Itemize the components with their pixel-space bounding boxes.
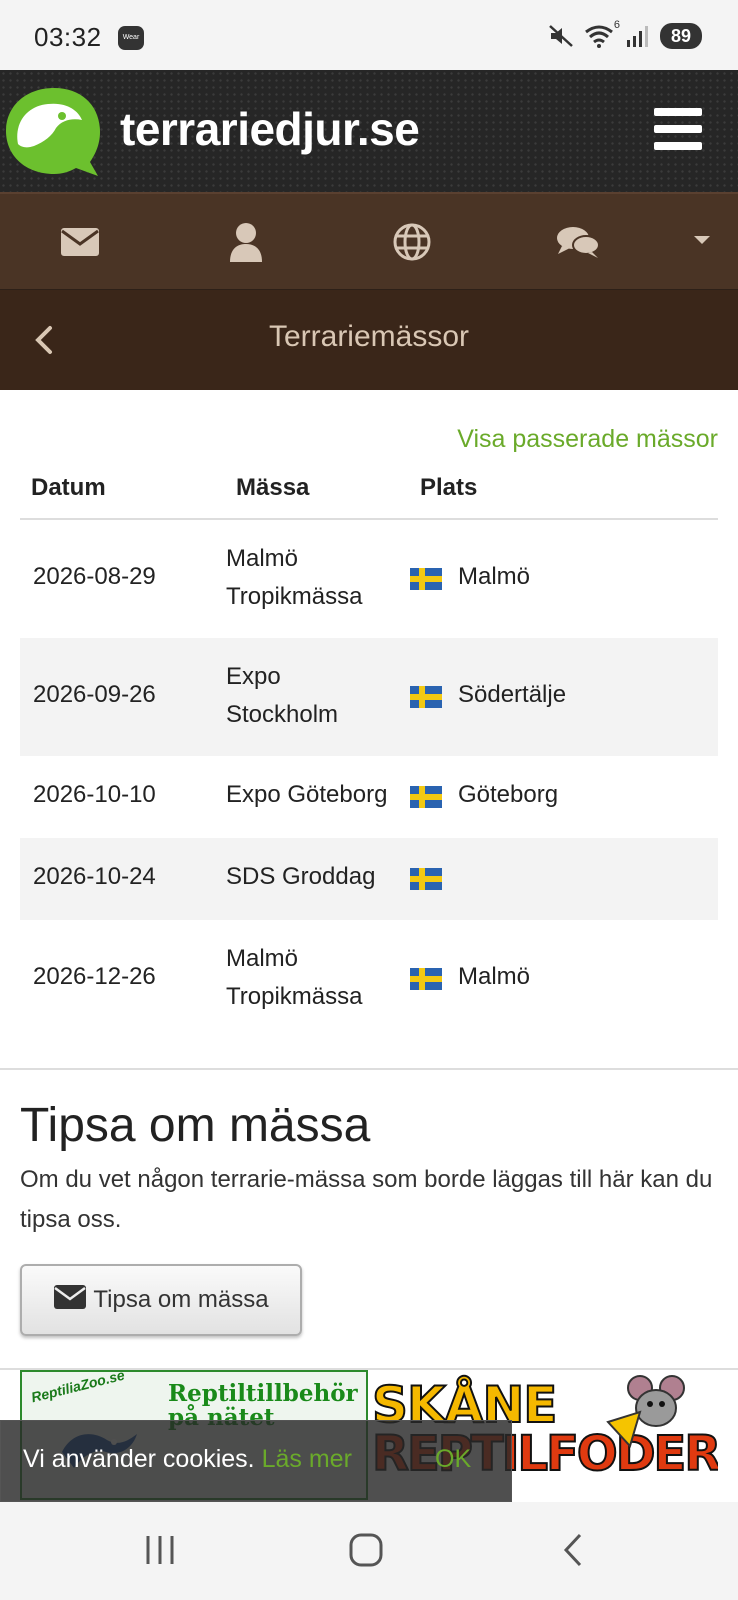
column-header-fair: Mässa <box>236 474 310 501</box>
site-header: terrariedjur.se <box>0 70 738 192</box>
fair-name-line1: Expo Göteborg <box>226 781 388 808</box>
sweden-flag-icon <box>410 568 442 590</box>
wifi-icon: 6 <box>584 19 620 49</box>
fair-place: Göteborg <box>458 781 559 808</box>
table-row[interactable]: 2026-10-10 Expo Göteborg Göteborg <box>20 756 718 838</box>
fair-name-line1: Expo <box>226 663 281 690</box>
table-header: Datum Mässa Plats <box>20 460 718 520</box>
chat-icon[interactable] <box>554 220 602 264</box>
signal-icon <box>626 24 650 48</box>
ad-brand: ReptiliaZoo.se <box>29 1370 127 1406</box>
page-title: Terrariemässor <box>268 320 470 353</box>
mouse-mascot-icon <box>600 1372 710 1457</box>
fair-name-line1: SDS Groddag <box>226 863 376 890</box>
fair-place: Södertälje <box>458 681 567 708</box>
envelope-icon[interactable] <box>56 220 104 264</box>
user-icon[interactable] <box>222 220 270 264</box>
tip-fair-button[interactable]: Tipsa om mässa <box>20 1264 302 1336</box>
fair-date: 2026-10-24 <box>33 863 156 890</box>
recent-apps-icon[interactable] <box>142 1532 178 1573</box>
cookie-consent-bar: Vi använder cookies. Läs mer OK <box>0 1420 512 1502</box>
sweden-flag-icon <box>410 786 442 808</box>
section-divider <box>0 1068 738 1070</box>
mute-icon <box>548 24 574 48</box>
tip-section-text: Om du vet någon terrarie-mässa som borde… <box>20 1166 713 1233</box>
status-time: 03:32 <box>34 22 102 52</box>
hamburger-icon[interactable] <box>654 108 702 150</box>
fair-name-line1: Malmö <box>226 545 299 572</box>
fair-name-line2: Stockholm <box>226 701 339 728</box>
fair-name-line2: Tropikmässa <box>226 983 363 1010</box>
fair-date: 2026-09-26 <box>33 681 156 708</box>
cookie-ok-button[interactable]: OK <box>435 1445 471 1474</box>
sweden-flag-icon <box>410 686 442 708</box>
show-past-fairs-link[interactable]: Visa passerade mässor <box>457 425 718 454</box>
globe-icon[interactable] <box>388 220 436 264</box>
envelope-icon <box>53 1284 87 1317</box>
logo-lizard-icon[interactable] <box>4 84 104 187</box>
cookie-message: Vi använder cookies. Läs mer <box>23 1445 352 1474</box>
fair-place: Malmö <box>458 963 531 990</box>
fair-date: 2026-10-10 <box>33 781 156 808</box>
status-bar: 03:32 Wear 6 89 <box>0 0 738 70</box>
tip-section-heading: Tipsa om mässa <box>20 1099 371 1152</box>
caret-down-icon[interactable] <box>694 236 710 244</box>
cookie-text: Vi använder cookies. <box>23 1445 255 1473</box>
fair-date: 2026-12-26 <box>33 963 156 990</box>
fairs-table: Datum Mässa Plats 2026-08-29 Malmö Tropi… <box>20 460 718 1038</box>
cookie-read-more-link[interactable]: Läs mer <box>262 1445 352 1473</box>
ad-slogan-line1: Reptiltillbehör <box>168 1380 358 1407</box>
fair-date: 2026-08-29 <box>33 563 156 590</box>
network-type-label: 6 <box>613 19 620 31</box>
fair-name-line1: Malmö <box>226 945 299 972</box>
table-row[interactable]: 2026-10-24 SDS Groddag <box>20 838 718 920</box>
tip-fair-button-label: Tipsa om mässa <box>93 1286 269 1313</box>
icon-navbar <box>0 192 738 290</box>
table-row[interactable]: 2026-09-26 Expo Stockholm Södertälje <box>20 638 718 756</box>
wear-badge-icon: Wear <box>118 26 144 50</box>
fair-place: Malmö <box>458 563 531 590</box>
home-icon[interactable] <box>348 1532 384 1573</box>
column-header-date: Datum <box>31 474 106 501</box>
page-title-bar: Terrariemässor <box>0 290 738 390</box>
fair-name-line2: Tropikmässa <box>226 583 363 610</box>
table-row[interactable]: 2026-12-26 Malmö Tropikmässa Malmö <box>20 920 718 1038</box>
status-icons: 6 89 <box>548 19 702 50</box>
back-icon[interactable] <box>558 1532 588 1573</box>
sweden-flag-icon <box>410 968 442 990</box>
battery-icon: 89 <box>660 23 702 49</box>
android-navigation-bar <box>0 1502 738 1600</box>
site-logo-text[interactable]: terrariedjur.se <box>120 102 420 156</box>
table-row[interactable]: 2026-08-29 Malmö Tropikmässa Malmö <box>20 520 718 638</box>
column-header-place: Plats <box>420 474 478 501</box>
sweden-flag-icon <box>410 868 442 890</box>
